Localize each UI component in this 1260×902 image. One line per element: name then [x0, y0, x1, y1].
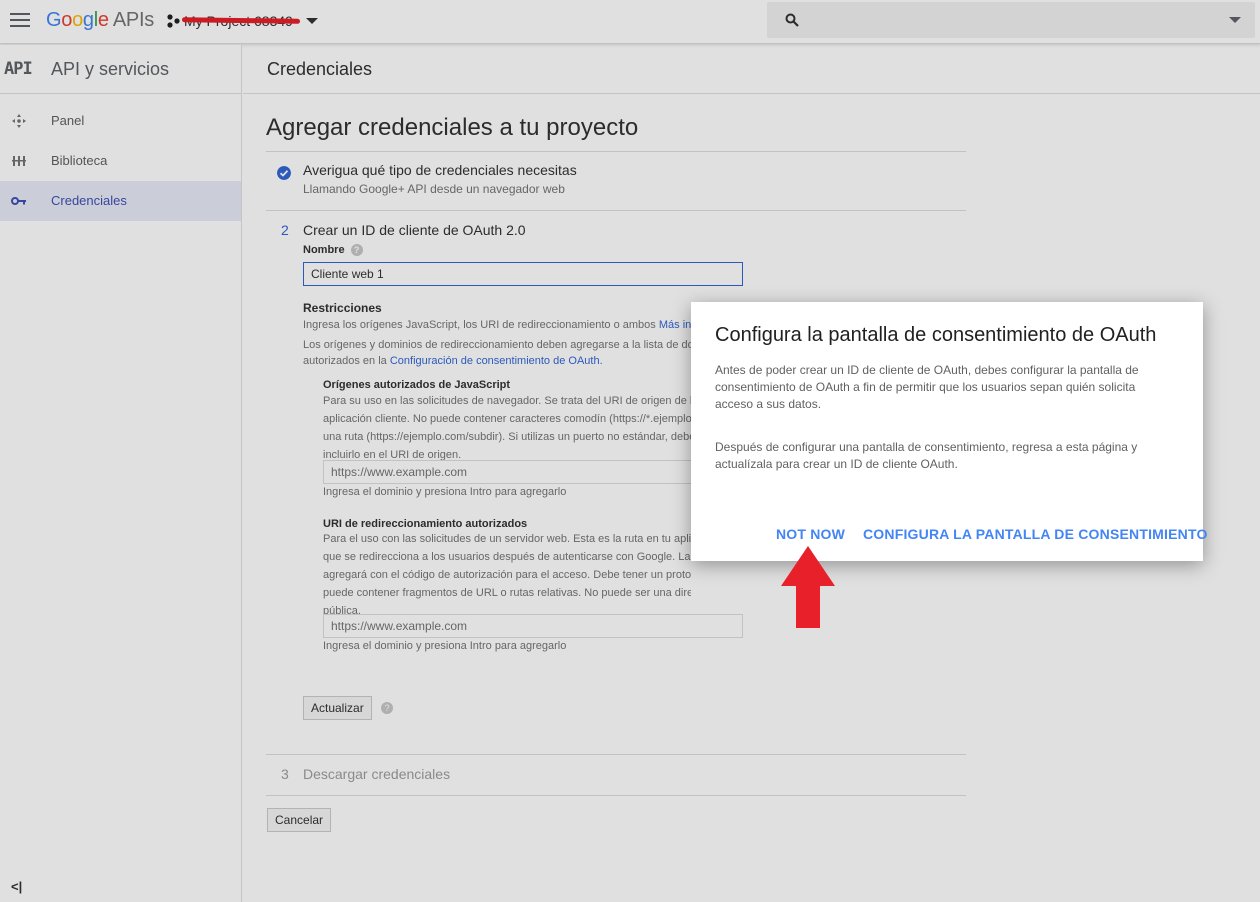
- dialog-paragraph-1: Antes de poder crear un ID de cliente de…: [715, 363, 1139, 411]
- consent-screen-dialog: Configura la pantalla de consentimiento …: [691, 302, 1207, 561]
- not-now-button[interactable]: NOT NOW: [776, 526, 845, 542]
- arrow-up-icon: [781, 546, 835, 628]
- dialog-paragraph-2: Después de configurar una pantalla de co…: [715, 440, 1138, 471]
- configure-consent-screen-button[interactable]: CONFIGURA LA PANTALLA DE CONSENTIMIENTO: [863, 526, 1208, 542]
- dialog-title: Configura la pantalla de consentimiento …: [715, 324, 1157, 346]
